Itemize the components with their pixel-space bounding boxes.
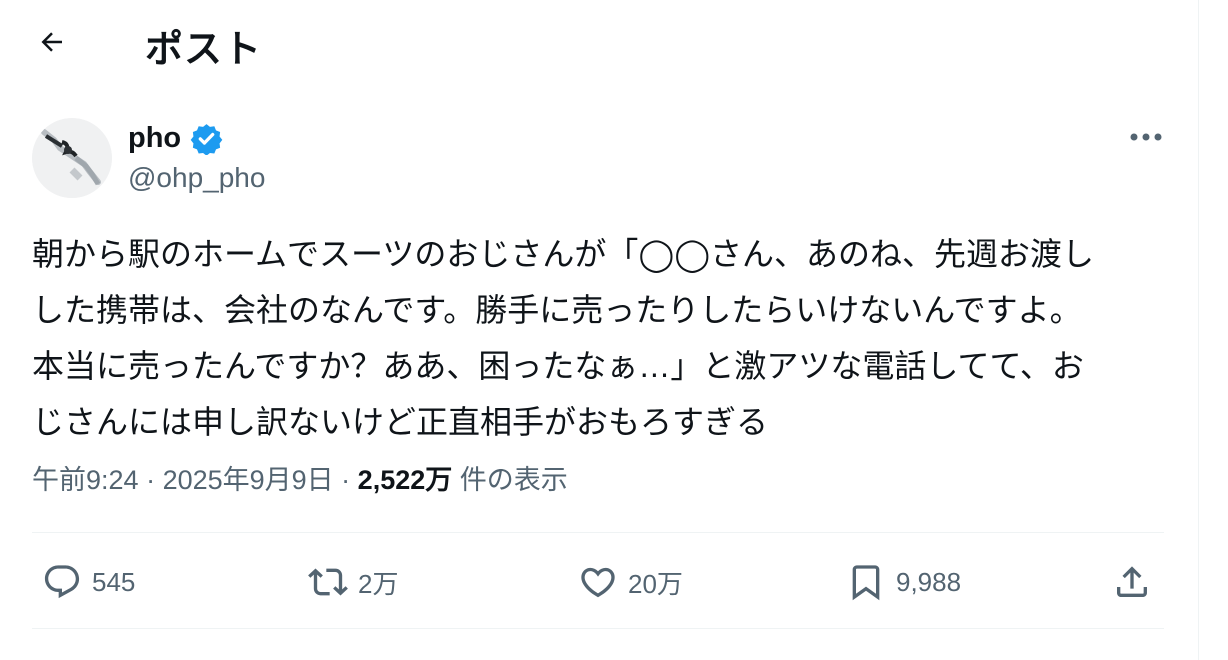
page-title: ポスト — [145, 29, 263, 71]
bookmark-count: 9,988 — [896, 566, 962, 597]
tweet-text-line: じさんには申し訳ないけど正直相手がおもろすぎる — [32, 404, 769, 440]
author-name[interactable]: pho — [128, 122, 181, 155]
tweet-text: 朝から駅のホームでスーツのおじさんが「◯◯さん、あのね、先週お渡し した携帯は、… — [32, 226, 1172, 450]
reply-button[interactable]: 545 — [42, 556, 135, 608]
back-button[interactable] — [30, 20, 74, 64]
post-date[interactable]: 2025年9月9日 — [163, 465, 334, 495]
retweet-button[interactable]: 2万 — [308, 556, 398, 608]
share-icon — [1117, 566, 1147, 597]
verified-badge-icon — [190, 124, 223, 155]
action-bar: 545 2万 20万 9,988 — [0, 556, 1198, 608]
like-count: 20万 — [628, 568, 683, 599]
bookmark-icon — [852, 565, 880, 601]
more-horizontal-icon — [1130, 133, 1162, 141]
retweet-count: 2万 — [358, 568, 399, 599]
more-options-button[interactable] — [1122, 120, 1170, 154]
reply-icon — [44, 565, 80, 599]
divider — [32, 532, 1164, 533]
post-time[interactable]: 午前9:24 — [32, 465, 139, 495]
share-button[interactable] — [1112, 556, 1152, 608]
avatar[interactable] — [32, 118, 112, 198]
divider — [32, 628, 1164, 629]
author-handle[interactable]: @ohp_pho — [128, 162, 265, 194]
avatar-image — [32, 118, 112, 198]
arrow-left-icon — [41, 32, 62, 52]
page-header: ポスト — [0, 0, 1198, 86]
retweet-icon — [308, 568, 348, 596]
post-detail-page: ポスト pho @ohp_pho 朝から駅のホームでスーツのおじさんが「◯◯さん… — [0, 0, 1198, 660]
heart-icon — [581, 567, 615, 598]
tweet-text-line: 本当に売ったんですか？ああ、困ったなぁ…」と激アツな電話してて、お — [32, 348, 1084, 384]
separator-dot: · — [138, 465, 163, 495]
column-border — [1198, 0, 1199, 660]
views-label: 件の表示 — [452, 465, 568, 495]
views-count: 2,522万 — [357, 465, 453, 495]
tweet-text-line: 朝から駅のホームでスーツのおじさんが「◯◯さん、あのね、先週お渡し — [32, 236, 1095, 272]
tweet-metadata: 午前9:24 · 2025年9月9日 · 2,522万 件の表示 — [32, 458, 568, 497]
tweet-text-line: した携帯は、会社のなんです。勝手に売ったりしたらいけないんですよ。 — [32, 292, 1082, 328]
bookmark-button[interactable]: 9,988 — [846, 556, 961, 608]
reply-count: 545 — [92, 566, 136, 597]
separator-dot: · — [333, 465, 358, 495]
like-button[interactable]: 20万 — [578, 556, 683, 608]
